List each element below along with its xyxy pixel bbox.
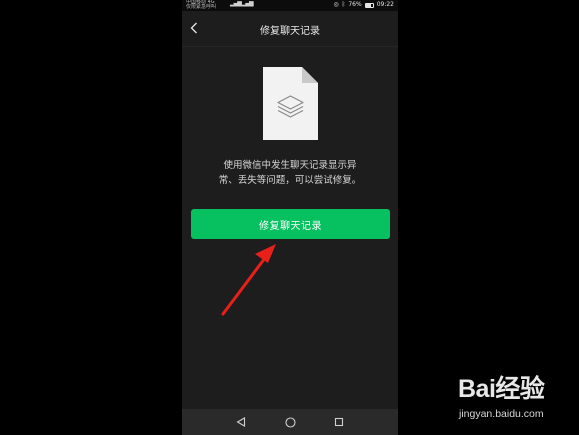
top-navbar: 修复聊天记录 [182, 11, 398, 47]
clock: 09:22 [376, 1, 394, 8]
description-text: 使用微信中发生聊天记录显示异 常、丢失等问题，可以尝试修复。 [196, 158, 384, 188]
bluetooth-icon: ᛒ [341, 1, 346, 8]
status-bar: 中国移动 4G 仅限紧急呼叫 ▂▄▆ ▂▄▆ ◎ ᛒ 76% 09:22 [182, 0, 398, 11]
status-right: ◎ ᛒ 76% 09:22 [333, 1, 394, 8]
repair-chat-history-button[interactable]: 修复聊天记录 [191, 209, 390, 239]
signal-icon: ▂▄▆ ▂▄▆ [230, 0, 254, 7]
battery-percent: 76% [348, 1, 362, 8]
eye-icon: ◎ [333, 1, 339, 8]
watermark-logo: Bai经验 [458, 375, 545, 403]
page-title: 修复聊天记录 [260, 26, 320, 37]
screenshot-stage: 中国移动 4G 仅限紧急呼叫 ▂▄▆ ▂▄▆ ◎ ᛒ 76% 09:22 修复聊… [0, 0, 579, 435]
file-layers-icon [263, 67, 318, 140]
description-line-1: 使用微信中发生聊天记录显示异 [223, 160, 357, 171]
baidu-jingyan-watermark: Bai经验 jingyan.baidu.com [458, 369, 576, 431]
battery-icon [364, 2, 374, 8]
phone-screen: 中国移动 4G 仅限紧急呼叫 ▂▄▆ ▂▄▆ ◎ ᛒ 76% 09:22 修复聊… [182, 0, 398, 435]
system-recents-button[interactable] [332, 415, 346, 429]
triangle-back-icon [236, 417, 246, 427]
system-back-button[interactable] [234, 415, 248, 429]
system-home-button[interactable] [283, 415, 297, 429]
square-recents-icon [334, 417, 344, 427]
description-line-2: 常、丢失等问题，可以尝试修复。 [218, 175, 362, 186]
system-navigation-bar [182, 409, 398, 435]
circle-home-icon [284, 416, 296, 428]
watermark-url: jingyan.baidu.com [459, 408, 544, 420]
